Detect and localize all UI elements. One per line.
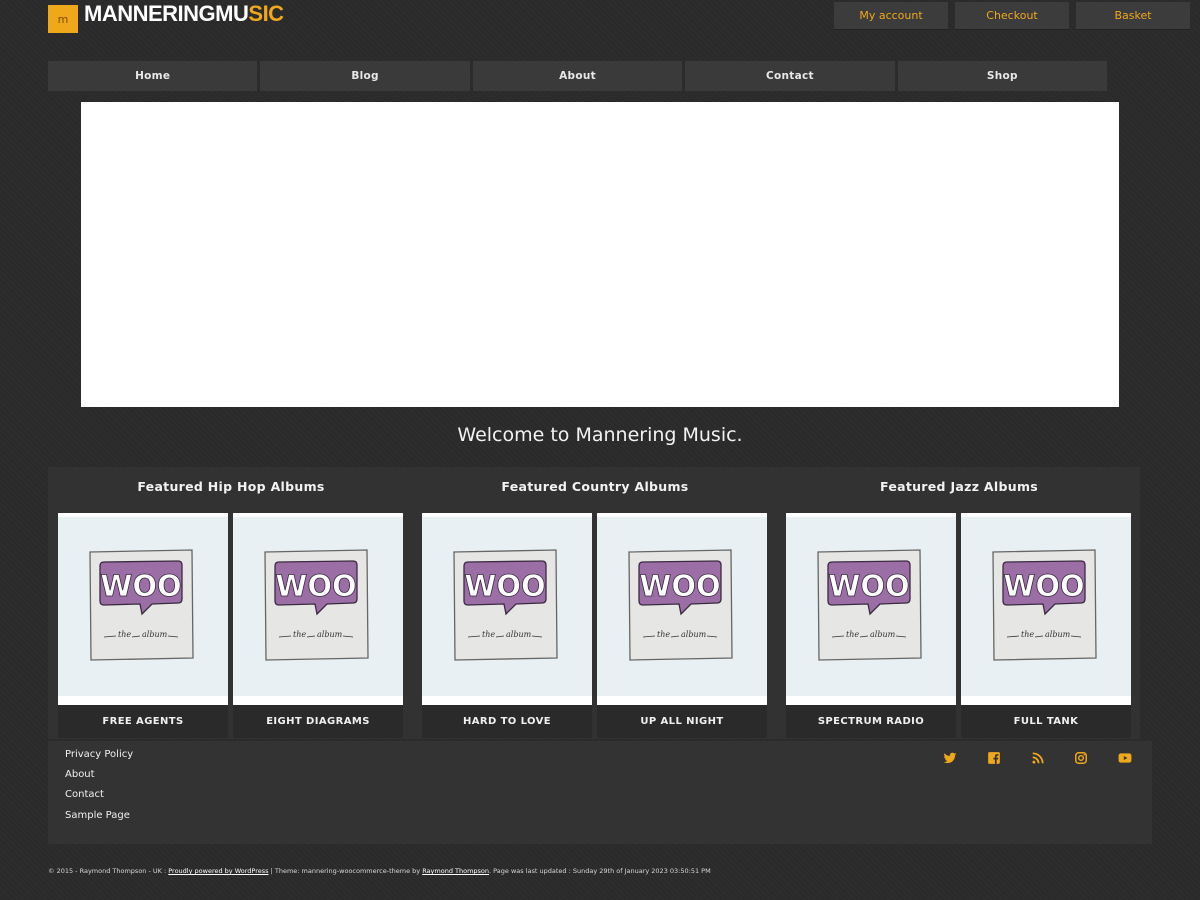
album-art-album: album [317, 630, 343, 639]
footer-credits: © 2015 - Raymond Thompson - UK : Proudly… [48, 867, 711, 875]
album-art-the: the [1021, 630, 1034, 639]
site-title-part1: MANNERINGMU [84, 1, 249, 26]
site-logo-icon[interactable]: m [48, 5, 78, 33]
facebook-icon[interactable] [987, 751, 1001, 765]
featured-column-title: Featured Jazz Albums [879, 479, 1039, 494]
woo-album-art: WOO the album [264, 549, 369, 661]
featured-column-jazz: Featured Jazz Albums WOO the album SPECTRU… [786, 467, 1132, 739]
site-footer: Privacy Policy About Contact Sample Page [48, 741, 1152, 844]
product-title[interactable]: FULL TANK [961, 705, 1131, 738]
album-art-album: album [506, 630, 532, 639]
woo-logo-text: WOO [464, 569, 545, 603]
woo-logo-text: WOO [828, 569, 909, 603]
featured-albums-section: Featured Hip Hop Albums WOO the album FREE… [48, 467, 1140, 739]
credits-updated: . Page was last updated : Sunday 29th of… [489, 867, 711, 875]
logo-icon-letter: m [57, 12, 69, 26]
album-art-the: the [293, 630, 306, 639]
product-card[interactable]: WOO the album UP ALL NIGHT [597, 513, 767, 738]
twitter-icon[interactable] [943, 751, 957, 765]
product-title[interactable]: SPECTRUM RADIO [786, 705, 956, 738]
footer-link-about[interactable]: About [65, 769, 95, 780]
album-art-the: the [118, 630, 131, 639]
product-card[interactable]: WOO the album FREE AGENTS [58, 513, 228, 738]
my-account-button[interactable]: My account [834, 2, 948, 30]
rss-icon[interactable] [1031, 751, 1045, 765]
woo-album-art: WOO the album [628, 549, 733, 661]
woo-album-art: WOO the album [992, 549, 1097, 661]
product-title[interactable]: UP ALL NIGHT [597, 705, 767, 738]
album-cover-image[interactable]: WOO the album [961, 513, 1131, 705]
instagram-icon[interactable] [1074, 751, 1088, 765]
album-art-album: album [870, 630, 896, 639]
footer-link-privacy-policy[interactable]: Privacy Policy [65, 749, 133, 760]
woo-logo-text: WOO [275, 569, 356, 603]
product-title[interactable]: HARD TO LOVE [422, 705, 592, 738]
featured-column-hiphop: Featured Hip Hop Albums WOO the album FREE… [58, 467, 404, 739]
product-title[interactable]: EIGHT DIAGRAMS [233, 705, 403, 738]
product-card[interactable]: WOO the album EIGHT DIAGRAMS [233, 513, 403, 738]
youtube-icon[interactable] [1118, 751, 1132, 765]
woo-album-art: WOO the album [453, 549, 558, 661]
nav-item-about[interactable]: About [472, 61, 683, 91]
nav-item-contact[interactable]: Contact [685, 61, 895, 91]
album-cover-image[interactable]: WOO the album [422, 513, 592, 705]
footer-link-contact[interactable]: Contact [65, 789, 104, 800]
featured-column-title: Featured Hip Hop Albums [137, 479, 325, 494]
nav-item-home[interactable]: Home [48, 61, 258, 91]
welcome-heading: Welcome to Mannering Music. [457, 424, 743, 446]
main-navigation: Home Blog About Contact Shop [48, 61, 1108, 91]
footer-link-sample-page[interactable]: Sample Page [65, 810, 130, 821]
album-art-album: album [142, 630, 168, 639]
credits-theme: | Theme: mannering-woocommerce-theme by [268, 867, 423, 875]
album-art-the: the [657, 630, 670, 639]
woo-logo-text: WOO [1003, 569, 1084, 603]
product-card[interactable]: WOO the album HARD TO LOVE [422, 513, 592, 738]
featured-column-country: Featured Country Albums WOO the album HARD… [422, 467, 768, 739]
nav-item-shop[interactable]: Shop [897, 61, 1108, 91]
album-art-album: album [1045, 630, 1071, 639]
checkout-button[interactable]: Checkout [955, 2, 1069, 30]
basket-button[interactable]: Basket [1076, 2, 1190, 30]
album-cover-image[interactable]: WOO the album [58, 513, 228, 705]
woo-album-art: WOO the album [817, 549, 922, 661]
product-card[interactable]: WOO the album FULL TANK [961, 513, 1131, 738]
album-art-album: album [681, 630, 707, 639]
album-cover-image[interactable]: WOO the album [597, 513, 767, 705]
hero-banner [81, 102, 1119, 407]
author-link[interactable]: Raymond Thompson [422, 867, 489, 875]
album-cover-image[interactable]: WOO the album [786, 513, 956, 705]
woo-logo-text: WOO [100, 569, 181, 603]
album-cover-image[interactable]: WOO the album [233, 513, 403, 705]
site-title-part2: SIC [248, 1, 284, 26]
featured-column-title: Featured Country Albums [501, 479, 689, 494]
product-title[interactable]: FREE AGENTS [58, 705, 228, 738]
woo-album-art: WOO the album [89, 549, 194, 661]
album-art-the: the [482, 630, 495, 639]
credits-copyright: © 2015 - Raymond Thompson - UK : [48, 867, 169, 875]
album-art-the: the [846, 630, 859, 639]
woo-logo-text: WOO [639, 569, 720, 603]
nav-item-blog[interactable]: Blog [260, 61, 470, 91]
site-title[interactable]: MANNERINGMUSIC [84, 0, 284, 28]
product-card[interactable]: WOO the album SPECTRUM RADIO [786, 513, 956, 738]
wordpress-link[interactable]: Proudly powered by WordPress [168, 867, 268, 875]
